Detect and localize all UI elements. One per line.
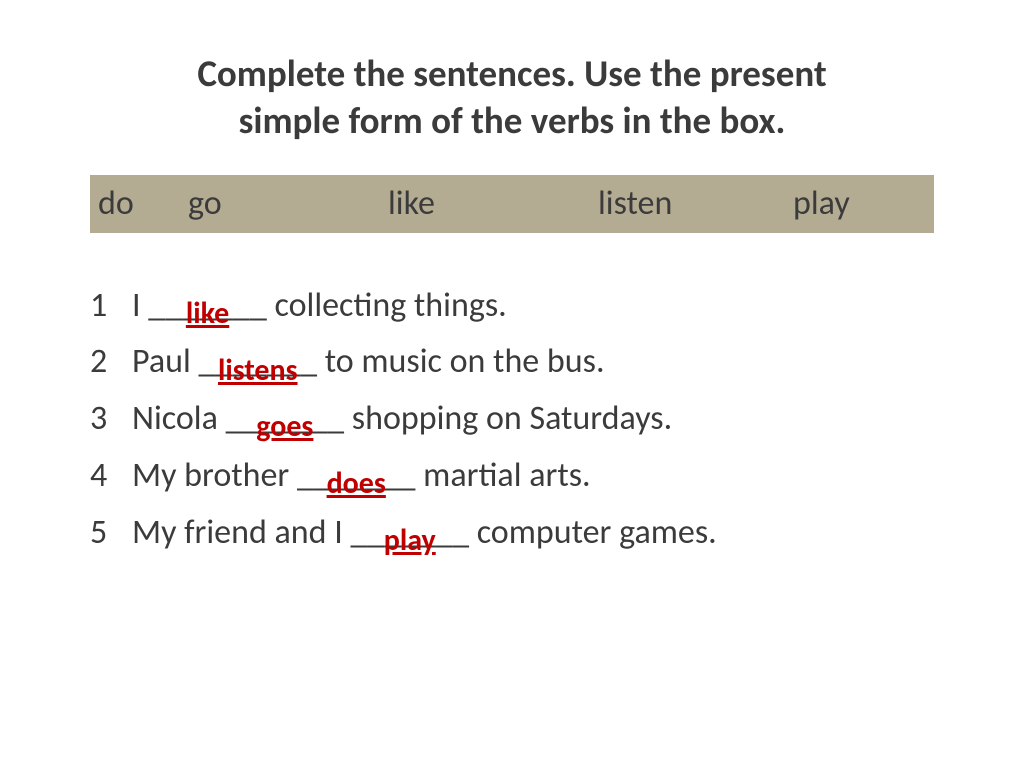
verb-play: play	[793, 183, 850, 224]
text-pre: I	[132, 285, 148, 326]
title-line-2: simple form of the verbs in the box.	[239, 98, 786, 143]
answer: play	[350, 525, 469, 557]
title-line-1: Complete the sentences. Use the present	[197, 51, 826, 96]
text-pre: My brother	[132, 455, 297, 496]
verb-go: go	[188, 183, 388, 224]
verb-box: do go like listen play	[90, 175, 934, 233]
sentence-row: 1 I _______like collecting things.	[90, 288, 934, 325]
blank: _______goes	[226, 401, 345, 438]
item-number: 5	[90, 515, 132, 552]
text-post: shopping on Saturdays.	[344, 398, 672, 439]
item-number: 1	[90, 288, 132, 325]
sentence-row: 4 My brother _______does martial arts.	[90, 458, 934, 495]
answer: like	[148, 298, 267, 330]
verb-do: do	[98, 183, 188, 224]
sentence-text: My brother _______does martial arts.	[132, 458, 591, 495]
text-pre: My friend and I	[132, 512, 350, 553]
sentence-row: 3 Nicola _______goes shopping on Saturda…	[90, 401, 934, 438]
verb-listen: listen	[598, 183, 793, 224]
blank: _______does	[297, 458, 416, 495]
sentence-text: Paul _______listens to music on the bus.	[132, 344, 605, 381]
slide-title: Complete the sentences. Use the present …	[90, 50, 934, 145]
text-post: martial arts.	[416, 455, 591, 496]
text-pre: Nicola	[132, 398, 226, 439]
sentence-text: I _______like collecting things.	[132, 288, 507, 325]
item-number: 3	[90, 401, 132, 438]
blank: _______like	[148, 288, 267, 325]
sentence-list: 1 I _______like collecting things. 2 Pau…	[90, 288, 934, 552]
verb-like: like	[388, 183, 598, 224]
text-post: computer games.	[469, 512, 717, 553]
sentence-row: 2 Paul _______listens to music on the bu…	[90, 344, 934, 381]
sentence-text: Nicola _______goes shopping on Saturdays…	[132, 401, 672, 438]
answer: goes	[226, 411, 345, 443]
item-number: 4	[90, 458, 132, 495]
text-pre: Paul	[132, 341, 198, 382]
answer: listens	[198, 355, 317, 387]
answer: does	[297, 468, 416, 500]
sentence-text: My friend and I _______play computer gam…	[132, 515, 717, 552]
text-post: collecting things.	[267, 285, 507, 326]
blank: _______play	[350, 515, 469, 552]
blank: _______listens	[198, 344, 317, 381]
item-number: 2	[90, 344, 132, 381]
sentence-row: 5 My friend and I _______play computer g…	[90, 515, 934, 552]
slide: Complete the sentences. Use the present …	[0, 0, 1024, 768]
text-post: to music on the bus.	[317, 341, 605, 382]
